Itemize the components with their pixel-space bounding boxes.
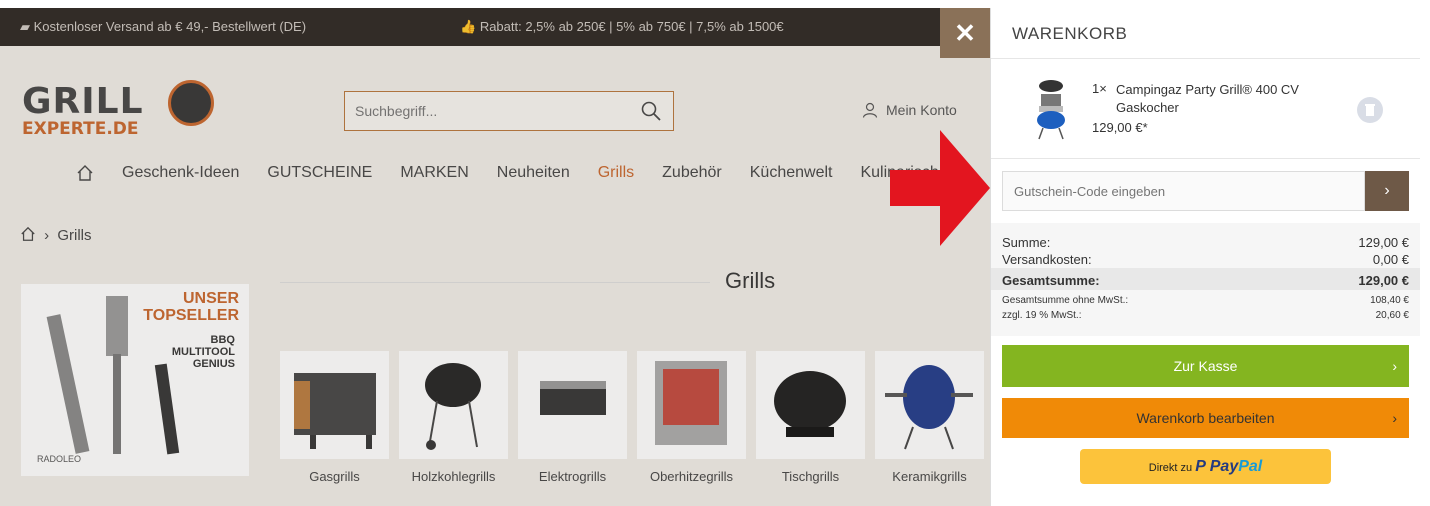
paypal-button[interactable]: Direkt zu P PayPal xyxy=(1080,449,1331,484)
summary-net-row: Gesamtsumme ohne MwSt.: 108,40 € xyxy=(1002,295,1409,306)
divider xyxy=(991,58,1421,59)
remove-item-button[interactable] xyxy=(1357,97,1383,123)
page-dim-overlay[interactable] xyxy=(0,8,990,506)
paypal-logo: P PayPal xyxy=(1195,458,1263,475)
summary-vat-row: zzgl. 19 % MwSt.: 20,60 € xyxy=(1002,310,1409,321)
divider xyxy=(991,158,1421,159)
summary-shipping-row: Versandkosten: 0,00 € xyxy=(1002,252,1409,267)
cart-item-name[interactable]: Campingaz Party Grill® 400 CV Gaskocher xyxy=(1116,81,1346,117)
voucher-box xyxy=(1002,171,1365,211)
close-cart-button[interactable]: ✕ xyxy=(940,8,990,58)
cart-item-quantity: 1× xyxy=(1092,81,1107,96)
right-margin xyxy=(1420,8,1430,506)
chevron-right-icon: › xyxy=(1392,358,1397,374)
trash-icon xyxy=(1365,104,1375,116)
chevron-right-icon: › xyxy=(1392,410,1397,426)
cart-item-price: 129,00 €* xyxy=(1092,120,1148,135)
voucher-submit-button[interactable]: › xyxy=(1365,171,1409,211)
cart-title: WARENKORB xyxy=(1012,24,1128,43)
paypal-icon: P xyxy=(1195,458,1206,475)
cart-summary: Summe: 129,00 € Versandkosten: 0,00 € Gesa… xyxy=(991,223,1421,336)
cart-item-image[interactable] xyxy=(1031,78,1071,140)
close-icon: ✕ xyxy=(954,18,976,48)
summary-sum-row: Summe: 129,00 € xyxy=(1002,235,1409,250)
red-arrow-icon xyxy=(890,130,990,246)
voucher-input[interactable] xyxy=(1003,172,1353,210)
checkout-button[interactable]: Zur Kasse › xyxy=(1002,345,1409,387)
edit-cart-button[interactable]: Warenkorb bearbeiten › xyxy=(1002,398,1409,438)
page: ▰ Kostenloser Versand ab € 49,- Bestellw… xyxy=(0,0,1430,506)
chevron-right-icon: › xyxy=(1384,182,1390,199)
cart-panel: WARENKORB 1× Campingaz Party Grill® 400 … xyxy=(990,8,1421,506)
summary-total-row: Gesamtsumme: 129,00 € xyxy=(1002,273,1409,288)
